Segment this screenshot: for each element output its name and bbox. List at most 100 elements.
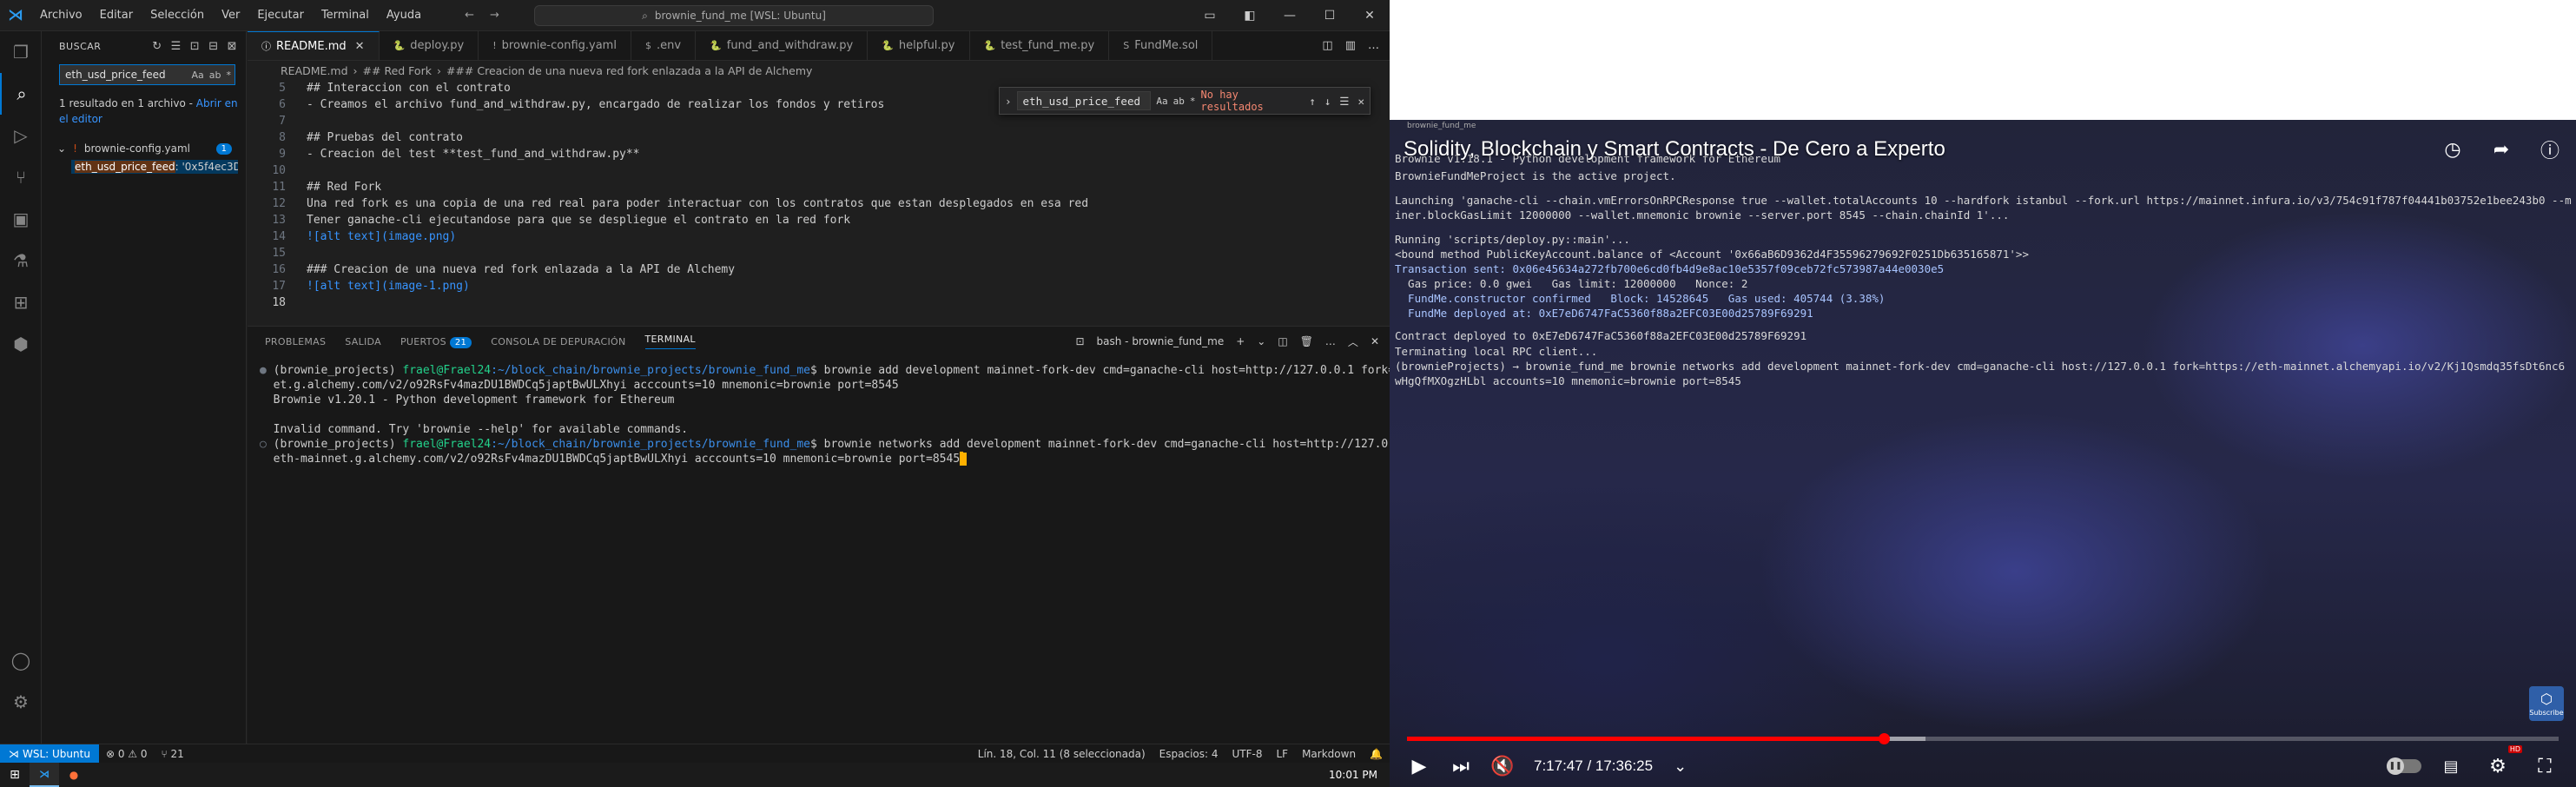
subscribe-watermark[interactable]: ⬡ Subscribe <box>2529 686 2564 721</box>
breadcrumb-subsection[interactable]: ### Creacion de una nueva red fork enlaz… <box>446 64 812 77</box>
info-icon[interactable]: ⓘ <box>2536 136 2564 163</box>
cursor-position[interactable]: Lín. 18, Col. 11 (8 seleccionada) <box>971 748 1153 760</box>
editor-tab[interactable]: 🐍 deploy.py <box>380 31 479 60</box>
tab-output[interactable]: SALIDA <box>345 336 381 347</box>
encoding[interactable]: UTF-8 <box>1225 748 1270 760</box>
find-match-word[interactable]: ab <box>1173 96 1185 107</box>
back-arrow-icon[interactable]: ← <box>465 9 474 22</box>
regex-toggle[interactable]: * <box>227 69 232 81</box>
more-actions-icon[interactable]: … <box>1368 39 1379 52</box>
problems-indicator[interactable]: ⊗ 0 ⚠ 0 <box>99 748 155 760</box>
remote-explorer-icon[interactable]: ▣ <box>0 198 42 240</box>
find-match-case[interactable]: Aa <box>1156 96 1167 107</box>
new-search-editor-icon[interactable]: ⊡ <box>190 40 200 53</box>
breadcrumb-section[interactable]: ## Red Fork <box>363 64 432 77</box>
menu-ver[interactable]: Ver <box>213 9 248 22</box>
layout-icon[interactable]: ▭ <box>1190 9 1230 23</box>
menu-editar[interactable]: Editar <box>91 9 142 22</box>
watch-later-clock-icon[interactable]: ◷ <box>2439 136 2467 163</box>
chevron-down-icon[interactable]: ⌄ <box>1674 757 1687 776</box>
close-window-button[interactable]: ✕ <box>1350 9 1390 23</box>
previous-match-icon[interactable]: ↑ <box>1309 95 1316 108</box>
more-actions-icon[interactable]: … <box>1325 335 1336 347</box>
find-input[interactable]: eth_usd_price_feed <box>1016 91 1152 110</box>
close-find-icon[interactable]: ✕ <box>1357 95 1364 108</box>
extensions-icon[interactable]: ⊞ <box>0 281 42 323</box>
search-input[interactable]: eth_usd_price_feed Aa ab * <box>59 64 235 85</box>
terminal-output[interactable]: ● (brownie_projects) frael@Frael24:~/blo… <box>248 356 1390 466</box>
find-regex[interactable]: * <box>1190 96 1196 107</box>
firefox-taskbar-icon[interactable]: ● <box>59 763 89 787</box>
video-progress-bar[interactable] <box>1407 733 2559 744</box>
chevron-right-icon[interactable]: › <box>1005 95 1012 108</box>
source-control-icon[interactable]: ⑂ <box>0 156 42 198</box>
end-of-line[interactable]: LF <box>1269 748 1295 760</box>
vscode-taskbar-icon[interactable]: ⋊ <box>30 763 59 787</box>
subtitles-icon[interactable]: ▤ <box>2430 747 2472 785</box>
play-icon[interactable]: ▶ <box>1398 747 1440 785</box>
trash-icon[interactable]: 🗑 <box>1300 335 1313 347</box>
terminal-dropdown-icon[interactable]: ⌄ <box>1257 335 1265 347</box>
testing-icon[interactable]: ⚗ <box>0 240 42 281</box>
fullscreen-icon[interactable]: ⛶ <box>2524 747 2566 785</box>
result-match-row[interactable]: eth_usd_price_feed: '0x5f4ec3Df... <box>71 160 238 174</box>
search-activity-icon[interactable]: ⌕ <box>0 73 42 115</box>
editor-tab[interactable]: ⓘ README.md ✕ <box>248 31 380 60</box>
next-match-icon[interactable]: ↓ <box>1324 95 1331 108</box>
tab-debug-console[interactable]: CONSOLA DE DEPURACIÓN <box>491 336 625 347</box>
python-icon[interactable]: ⬢ <box>0 323 42 365</box>
menu-seleccion[interactable]: Selección <box>142 9 213 22</box>
remote-indicator[interactable]: ⋊ WSL: Ubuntu <box>0 744 99 764</box>
minimize-button[interactable]: — <box>1270 9 1310 23</box>
result-file-row[interactable]: ⌄ ! brownie-config.yaml 1 <box>42 142 246 155</box>
editor-tab[interactable]: 🐍 helpful.py <box>868 31 970 60</box>
settings-gear-icon[interactable]: ⚙ HD <box>2477 745 2522 785</box>
editor-tab[interactable]: S FundMe.sol <box>1109 31 1213 60</box>
collapse-all-icon[interactable]: ⊠ <box>228 40 237 53</box>
maximize-panel-icon[interactable]: ︿ <box>1348 334 1358 349</box>
forward-arrow-icon[interactable]: → <box>490 9 499 22</box>
autoplay-toggle[interactable]: ❚❚ <box>2383 747 2425 785</box>
video-title[interactable]: Solidity, Blockchain y Smart Contracts -… <box>1404 137 1945 162</box>
terminal-name[interactable]: bash - brownie_fund_me <box>1097 335 1225 347</box>
close-panel-icon[interactable]: ✕ <box>1371 335 1379 347</box>
maximize-button[interactable]: ☐ <box>1310 9 1350 23</box>
editor-tab[interactable]: 🐍 test_fund_me.py <box>970 31 1110 60</box>
windows-start-icon[interactable]: ⊞ <box>0 763 30 787</box>
close-tab-icon[interactable]: ✕ <box>355 40 365 53</box>
sidebar-toggle-icon[interactable]: ◧ <box>1230 9 1270 23</box>
indentation[interactable]: Espacios: 4 <box>1153 748 1225 760</box>
split-editor-icon[interactable]: ▥ <box>1345 39 1356 52</box>
view-as-tree-icon[interactable]: ⊟ <box>208 40 218 53</box>
settings-gear-icon[interactable]: ⚙ <box>0 681 42 723</box>
menu-ayuda[interactable]: Ayuda <box>378 9 430 22</box>
split-terminal-icon[interactable]: ◫ <box>1278 335 1287 347</box>
editor-tab[interactable]: ! brownie-config.yaml <box>479 31 631 60</box>
menu-terminal[interactable]: Terminal <box>313 9 378 22</box>
account-icon[interactable]: ◯ <box>0 639 42 681</box>
tab-problems[interactable]: PROBLEMAS <box>265 336 326 347</box>
menu-ejecutar[interactable]: Ejecutar <box>248 9 313 22</box>
command-center[interactable]: ⌕ brownie_fund_me [WSL: Ubuntu] <box>534 5 934 26</box>
editor-tab[interactable]: $ .env <box>631 31 697 60</box>
open-preview-icon[interactable]: ◫ <box>1322 39 1332 52</box>
menu-archivo[interactable]: Archivo <box>31 9 91 22</box>
mute-icon[interactable]: 🔇 <box>1482 747 1523 785</box>
chevron-down-icon[interactable]: ⌄ <box>57 142 66 155</box>
video-player[interactable]: brownie_fund_me Brownie v1.18.1 - Python… <box>1390 120 2576 787</box>
new-terminal-icon[interactable]: + <box>1236 335 1245 347</box>
ports-indicator[interactable]: ⑂ 21 <box>154 748 190 760</box>
tab-terminal[interactable]: TERMINAL <box>644 334 696 349</box>
breadcrumb-file[interactable]: README.md <box>281 64 348 77</box>
clear-results-icon[interactable]: ☰ <box>171 40 182 53</box>
run-debug-icon[interactable]: ▷ <box>0 115 42 156</box>
notifications-bell-icon[interactable]: 🔔 <box>1363 748 1390 760</box>
scrubber-handle[interactable] <box>1878 733 1890 744</box>
refresh-icon[interactable]: ↻ <box>152 40 162 53</box>
taskbar-clock[interactable]: 10:01 PM <box>1329 769 1390 781</box>
code-editor[interactable]: 5 ## Interaccion con el contrato 6 - Creamo… <box>248 80 1390 326</box>
match-word-toggle[interactable]: ab <box>209 69 221 81</box>
explorer-icon[interactable]: ❐ <box>0 31 42 73</box>
editor-tab[interactable]: 🐍 fund_and_withdraw.py <box>696 31 869 60</box>
language-mode[interactable]: Markdown <box>1295 748 1363 760</box>
